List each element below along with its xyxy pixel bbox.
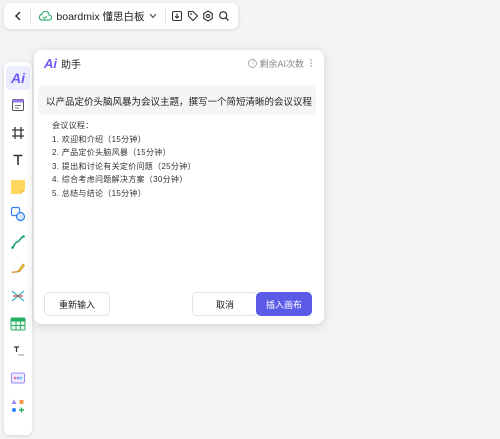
board-title: boardmix 懂思白板 <box>56 10 145 23</box>
text-tool[interactable] <box>6 148 30 172</box>
brush-icon <box>11 263 26 274</box>
ai-logo-icon: Ai <box>11 70 25 86</box>
settings-button[interactable] <box>201 5 217 27</box>
header-card-tool[interactable] <box>6 93 30 117</box>
sticky-note-tool[interactable] <box>6 175 30 199</box>
agenda-item: 4. 综合考虑问题解决方案（30分钟） <box>52 175 188 184</box>
divider <box>164 9 166 23</box>
shape-tool[interactable] <box>6 202 30 226</box>
search-button[interactable] <box>216 5 232 27</box>
board-title-menu[interactable]: boardmix 懂思白板 <box>34 9 160 24</box>
text-card-icon <box>14 346 24 356</box>
text-card-tool[interactable] <box>6 339 30 363</box>
chevron-down-icon <box>149 13 156 19</box>
agenda-item: 2. 产品定价头脑风暴（15分钟） <box>52 148 171 157</box>
agenda-item: 3. 提出和讨论有关定价问题（25分钟） <box>52 161 196 171</box>
template-tool[interactable] <box>6 366 30 390</box>
sticky-note-icon <box>11 180 25 195</box>
ai-assistant-panel: Ai 助手 i 剩余AI次数 以产品定价头脑风暴为会议主题，撰写一个简短清晰的会… <box>34 50 324 324</box>
cloud-icon <box>39 11 53 21</box>
agenda-item: 1. 欢迎和介绍（15分钟） <box>52 134 146 144</box>
download-button[interactable] <box>169 5 185 27</box>
panel-footer: 重新输入 取消 插入画布 <box>34 286 324 324</box>
brush-tool[interactable] <box>6 257 30 281</box>
tag-icon <box>187 10 199 22</box>
remaining-credits: i 剩余AI次数 <box>248 57 316 70</box>
pen-curve-icon <box>11 234 25 249</box>
header-card-icon <box>12 99 24 112</box>
frame-icon <box>12 126 24 139</box>
mindmap-icon <box>11 290 25 302</box>
generated-agenda: 会议议程： 1. 欢迎和介绍（15分钟） 2. 产品定价头脑风暴（15分钟） 3… <box>52 119 196 200</box>
tag-button[interactable] <box>185 5 201 27</box>
gear-icon <box>203 10 214 22</box>
chevron-left-icon <box>14 11 21 21</box>
table-icon <box>10 317 26 331</box>
template-icon <box>11 372 25 384</box>
back-button[interactable] <box>10 5 26 27</box>
agenda-item: 5. 总结与结论（15分钟） <box>52 188 146 198</box>
credits-label: 剩余AI次数 <box>259 58 304 69</box>
panel-title: 助手 <box>61 59 81 71</box>
shapes-icon <box>10 207 26 222</box>
cancel-button[interactable]: 取消 <box>192 292 258 316</box>
panel-header: Ai 助手 i 剩余AI次数 <box>34 50 324 76</box>
divider <box>29 9 31 23</box>
insert-to-canvas-button[interactable]: 插入画布 <box>256 292 312 316</box>
ai-assistant-tool[interactable]: Ai <box>6 66 30 90</box>
prompt-text: 以产品定价头脑风暴为会议主题，撰写一个简短清晰的会议议程 <box>38 85 316 115</box>
ai-logo: Ai <box>44 55 57 71</box>
table-tool[interactable] <box>6 312 30 336</box>
more-apps-icon <box>11 399 24 413</box>
search-icon <box>219 11 230 21</box>
top-toolbar: boardmix 懂思白板 <box>4 3 238 29</box>
more-menu-icon[interactable] <box>306 58 316 68</box>
info-icon: i <box>248 58 258 68</box>
pen-tool[interactable] <box>6 230 30 254</box>
more-tools[interactable] <box>6 394 30 418</box>
download-icon <box>172 10 183 22</box>
agenda-heading: 会议议程： <box>52 121 94 130</box>
retry-button[interactable]: 重新输入 <box>44 292 110 316</box>
left-toolbar: Ai <box>4 62 32 435</box>
mindmap-tool[interactable] <box>6 284 30 308</box>
frame-tool[interactable] <box>6 121 30 145</box>
text-icon <box>13 154 23 165</box>
